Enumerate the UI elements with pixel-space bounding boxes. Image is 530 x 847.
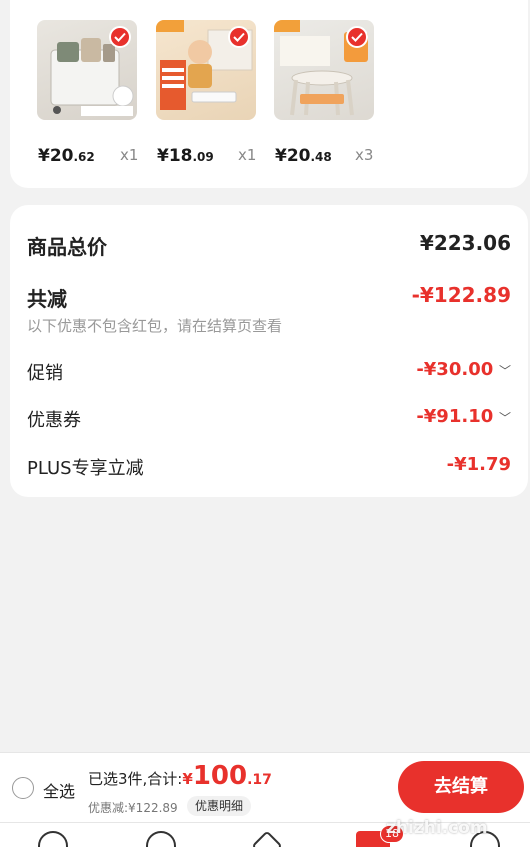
item-price-3: ¥20.48 [275, 146, 332, 166]
checkout-button[interactable]: 去结算 [398, 761, 524, 813]
selected-check-icon[interactable] [228, 26, 250, 48]
item-price-1: ¥20.62 [38, 146, 95, 166]
item-qty-2: x1 [238, 146, 257, 164]
product-thumbnail-3[interactable] [274, 20, 374, 120]
total-label: 商品总价 [27, 235, 107, 259]
select-all-label[interactable]: 全选 [43, 778, 75, 802]
selected-count-text: 已选3件,合计: [88, 770, 183, 788]
discount-amount-text: 优惠减:¥122.89 [88, 801, 178, 815]
home-icon[interactable] [38, 831, 68, 847]
promo-row[interactable]: -¥30.00 ﹀ [416, 359, 511, 380]
item-price-2: ¥18.09 [157, 146, 214, 166]
total-dec: .17 [247, 772, 272, 788]
coupon-row[interactable]: -¥91.10 ﹀ [416, 406, 511, 427]
price-summary-card: 商品总价 ¥223.06 共减 -¥122.89 以下优惠不包含红包，请在结算页… [10, 205, 528, 497]
coupon-value: -¥91.10 [416, 406, 494, 427]
category-icon[interactable] [251, 830, 283, 847]
total-value: ¥223.06 [419, 231, 511, 255]
selected-check-icon[interactable] [109, 26, 131, 48]
selected-items-card: ¥20.62 x1 ¥18.09 x1 ¥20.48 x3 [10, 0, 528, 188]
plus-label: PLUS专享立减 [27, 458, 144, 479]
total-int: 100 [192, 761, 248, 791]
discount-value: -¥122.89 [411, 283, 511, 307]
promo-value: -¥30.00 [416, 359, 494, 380]
watermark-text: zhizhi.com [386, 818, 488, 838]
item-qty-1: x1 [120, 146, 139, 164]
item-qty-3: x3 [355, 146, 374, 164]
discount-detail-button[interactable]: 优惠明细 [187, 796, 252, 816]
total-symbol: ¥ [182, 770, 193, 788]
product-thumbnail-1[interactable] [37, 20, 137, 120]
discount-label: 共减 [27, 287, 67, 311]
chevron-down-icon: ﹀ [498, 364, 511, 378]
checkout-bar: 全选 已选3件,合计:¥100.17 优惠减:¥122.89 优惠明细 去结算 [0, 752, 530, 823]
coupon-label: 优惠券 [27, 410, 81, 431]
promo-label: 促销 [27, 363, 63, 384]
product-thumbnail-2[interactable] [156, 20, 256, 120]
selected-summary: 已选3件,合计:¥100.17 [88, 761, 272, 791]
chevron-down-icon: ﹀ [498, 411, 511, 425]
discover-icon[interactable] [146, 831, 176, 847]
discount-note: 以下优惠不包含红包，请在结算页查看 [27, 317, 283, 335]
selected-check-icon[interactable] [346, 26, 368, 48]
plus-value: -¥1.79 [446, 454, 511, 475]
select-all-checkbox[interactable] [12, 777, 34, 799]
